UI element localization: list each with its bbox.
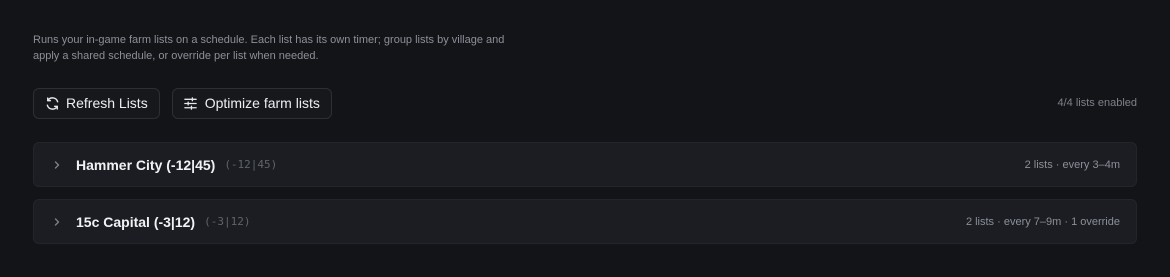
village-group-15c-capital[interactable]: 15c Capital (-3|12) (-3|12) 2 lists · ev…: [33, 199, 1137, 244]
village-group-name: 15c Capital (-3|12): [76, 213, 196, 230]
chevron-right-icon: [52, 160, 62, 170]
village-group-coords: (-3|12): [204, 215, 251, 228]
toolbar: Refresh Lists Optimize farm lists 4/4 li…: [33, 87, 1137, 119]
village-group-coords: (-12|45): [224, 158, 278, 171]
refresh-lists-label: Refresh Lists: [66, 95, 148, 111]
lists-enabled-status: 4/4 lists enabled: [1057, 97, 1138, 109]
village-group-name: Hammer City (-12|45): [76, 156, 216, 173]
village-group-hammer-city[interactable]: Hammer City (-12|45) (-12|45) 2 lists · …: [33, 142, 1137, 187]
chevron-right-icon: [52, 217, 62, 227]
farm-lists-panel: Runs your in-game farm lists on a schedu…: [0, 0, 1170, 277]
village-group-summary: 2 lists · every 3–4m: [1024, 158, 1120, 171]
sliders-icon: [183, 95, 199, 111]
refresh-icon: [44, 95, 60, 111]
village-group-summary: 2 lists · every 7–9m · 1 override: [965, 215, 1120, 228]
refresh-lists-button[interactable]: Refresh Lists: [33, 87, 160, 119]
optimize-farm-lists-label: Optimize farm lists: [204, 95, 320, 111]
panel-description: Runs your in-game farm lists on a schedu…: [33, 34, 505, 62]
optimize-farm-lists-button[interactable]: Optimize farm lists: [171, 87, 332, 119]
